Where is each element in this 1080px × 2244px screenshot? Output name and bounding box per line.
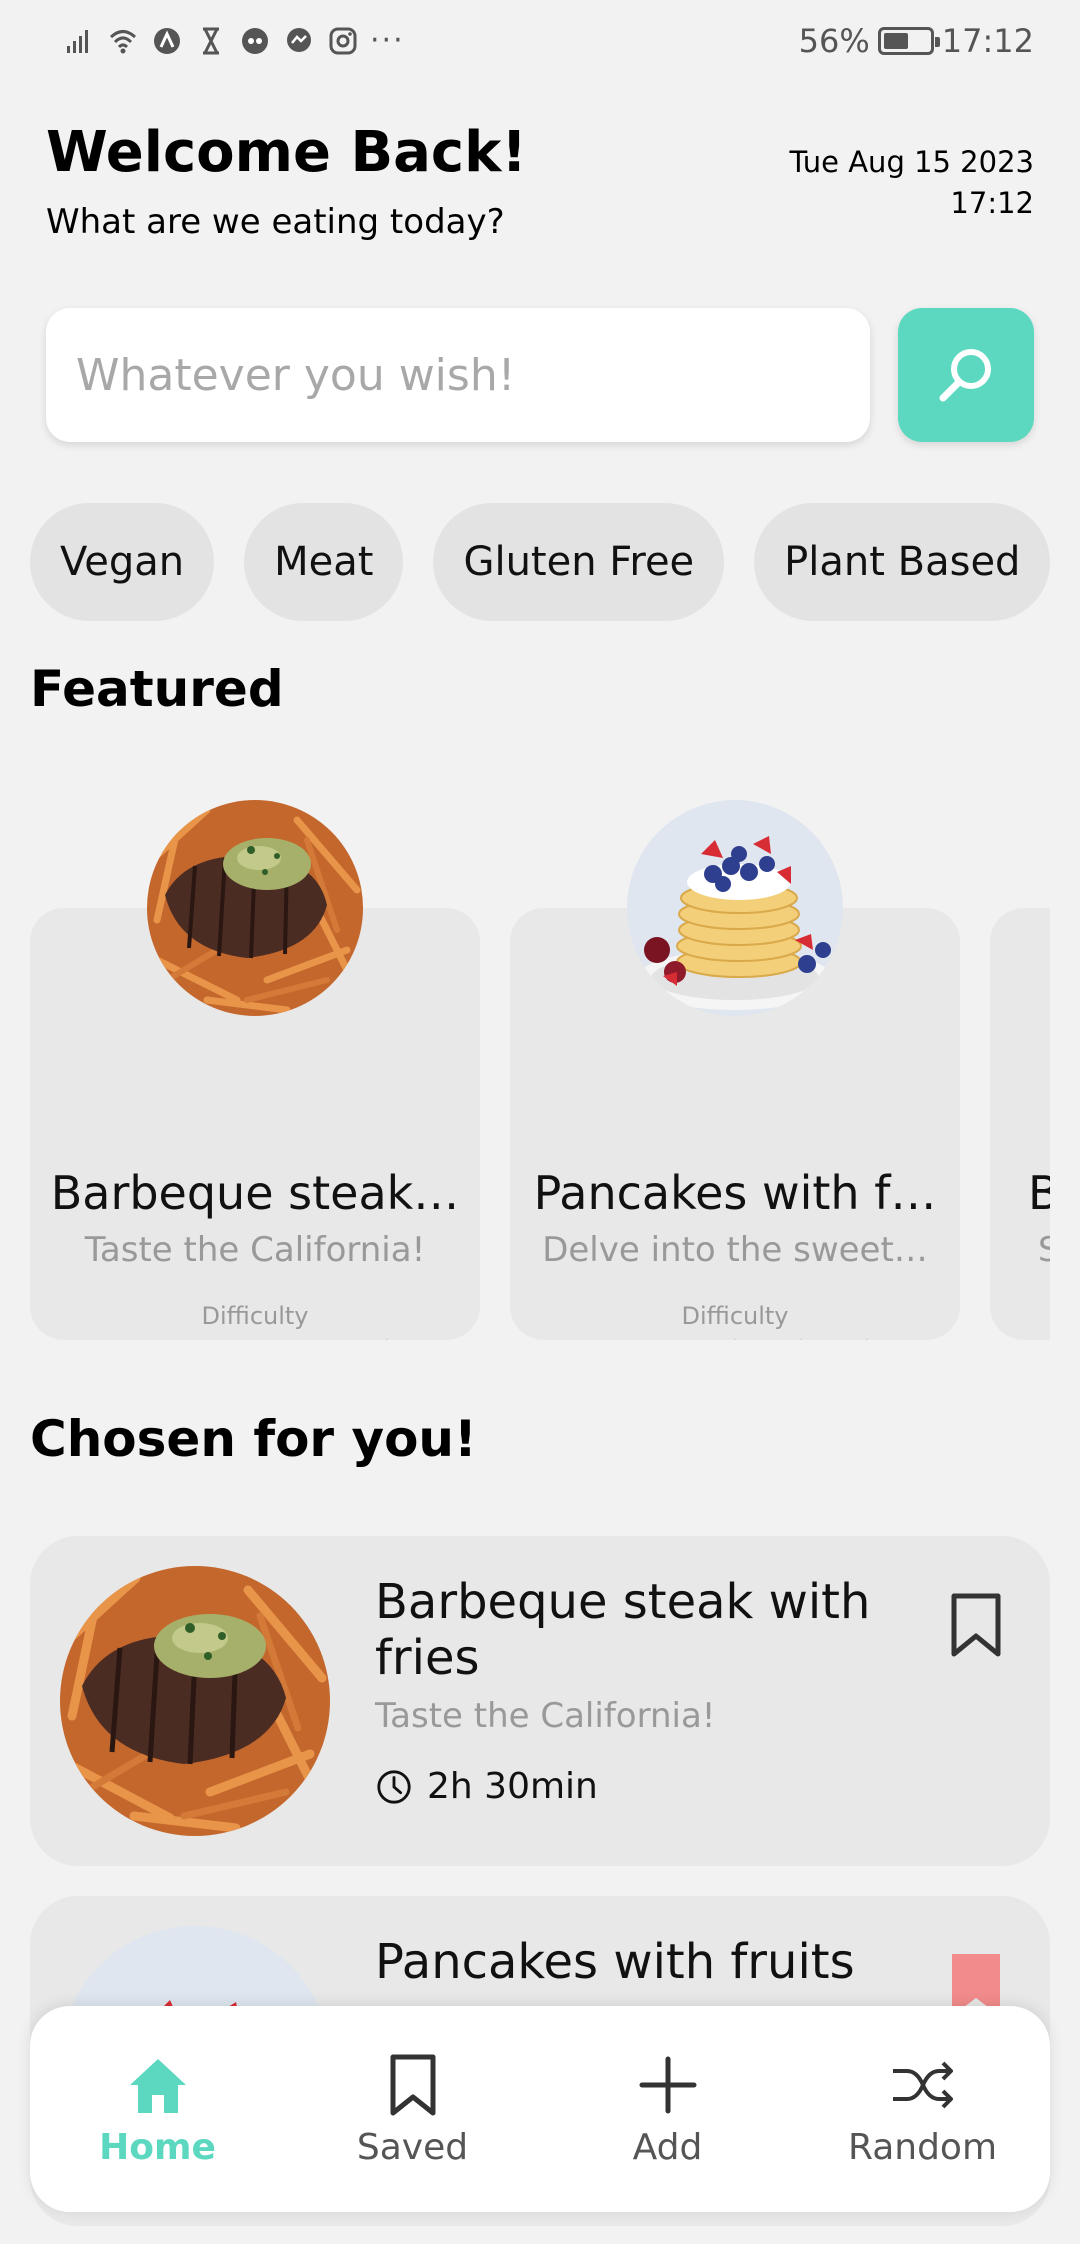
featured-card[interactable]: Barbeque steak… Taste the California! Di…	[30, 800, 480, 1340]
battery-icon	[877, 27, 940, 55]
chip-label: Gluten Free	[463, 539, 695, 585]
steak-image	[147, 800, 363, 1016]
current-datetime: Tue Aug 15 2023 17:12	[789, 142, 1034, 224]
status-bar-icons: ···	[62, 24, 405, 58]
chip-plant-based[interactable]: Plant Based	[754, 503, 1051, 621]
featured-card[interactable]: B S	[990, 908, 1050, 1340]
recipe-title: Barbeque steak with fries	[375, 1574, 871, 1686]
featured-title: B	[1028, 1166, 1050, 1220]
pancakes-image	[627, 800, 843, 1016]
star-filled-icon	[297, 1338, 345, 1340]
featured-card[interactable]: Pancakes with f… Delve into the sweet… D…	[510, 800, 960, 1340]
featured-carousel[interactable]: Barbeque steak… Taste the California! Di…	[30, 800, 1050, 1340]
bookmark-icon[interactable]	[948, 1592, 1004, 1658]
featured-title: Barbeque steak…	[50, 1166, 460, 1220]
featured-subtitle: Taste the California!	[84, 1230, 426, 1270]
search-field[interactable]	[46, 308, 870, 442]
recipe-title: Pancakes with fruits	[375, 1934, 855, 1990]
nav-label: Random	[847, 2126, 998, 2168]
status-bar-right: 56% 17:12	[799, 22, 1034, 60]
more-notifications-icon: ···	[370, 23, 405, 58]
instagram-icon	[326, 24, 360, 58]
category-chips: Vegan Meat Gluten Free Plant Based	[30, 503, 1051, 621]
star-filled-icon	[579, 1338, 627, 1340]
hourglass-icon	[194, 24, 228, 58]
nav-label: Add	[632, 2126, 703, 2168]
home-icon	[129, 2058, 186, 2113]
chip-vegan[interactable]: Vegan	[30, 503, 215, 621]
search-button[interactable]	[898, 308, 1034, 442]
featured-subtitle: Delve into the sweet…	[542, 1230, 928, 1270]
messenger-icon	[282, 24, 316, 58]
current-time: 17:12	[950, 186, 1034, 220]
status-time: 17:12	[941, 22, 1034, 60]
nav-add[interactable]: Add	[540, 2006, 795, 2212]
nav-label: Saved	[356, 2126, 469, 2168]
wifi-icon	[106, 24, 140, 58]
difficulty-label: Difficulty	[201, 1302, 309, 1330]
recipe-subtitle: Taste the California!	[375, 1696, 716, 1736]
chosen-heading: Chosen for you!	[30, 1410, 477, 1468]
status-bar: ··· 56% 17:12	[0, 0, 1080, 86]
plus-icon	[639, 2056, 696, 2113]
recipe-card[interactable]: Barbeque steak with fries Taste the Cali…	[30, 1536, 1050, 1866]
featured-heading: Featured	[30, 660, 284, 718]
chip-label: Plant Based	[784, 539, 1021, 585]
page-subtitle: What are we eating today?	[46, 202, 505, 242]
star-empty-icon	[734, 1338, 736, 1340]
current-date: Tue Aug 15 2023	[789, 145, 1034, 179]
chip-label: Meat	[274, 539, 374, 585]
star-empty-icon	[866, 1338, 868, 1340]
battery-level	[883, 33, 909, 49]
bottom-navigation: Home Saved Add Random	[30, 2006, 1050, 2212]
clock-icon	[377, 1769, 411, 1804]
nav-random[interactable]: Random	[795, 2006, 1050, 2212]
signal-icon	[62, 24, 96, 58]
nav-home[interactable]: Home	[30, 2006, 285, 2212]
featured-subtitle: S	[1038, 1230, 1050, 1270]
star-filled-icon	[165, 1338, 213, 1340]
star-filled-icon	[645, 1338, 693, 1340]
recipe-duration: 2h 30min	[375, 1766, 598, 1807]
star-empty-icon	[386, 1338, 388, 1340]
star-filled-icon	[99, 1338, 147, 1340]
recipe-time: 2h 30min	[427, 1766, 598, 1807]
difficulty-rating	[30, 1338, 480, 1340]
nav-saved[interactable]: Saved	[285, 2006, 540, 2212]
featured-title: Pancakes with f…	[533, 1166, 937, 1220]
search-icon	[939, 349, 991, 402]
battery-percent: 56%	[798, 22, 870, 60]
location-icon	[150, 24, 184, 58]
chip-meat[interactable]: Meat	[244, 503, 404, 621]
bookmark-icon	[390, 2054, 435, 2115]
app-icon	[238, 24, 272, 58]
difficulty-rating	[510, 1338, 960, 1340]
difficulty-label: Difficulty	[681, 1302, 789, 1330]
nav-label: Home	[99, 2126, 216, 2168]
star-filled-icon	[231, 1338, 279, 1340]
chip-label: Vegan	[60, 539, 185, 585]
steak-image	[60, 1566, 330, 1836]
shuffle-icon	[892, 2061, 953, 2108]
page-title: Welcome Back!	[46, 120, 527, 185]
chip-gluten-free[interactable]: Gluten Free	[433, 503, 725, 621]
star-empty-icon	[800, 1338, 802, 1340]
search-input[interactable]	[76, 349, 870, 401]
